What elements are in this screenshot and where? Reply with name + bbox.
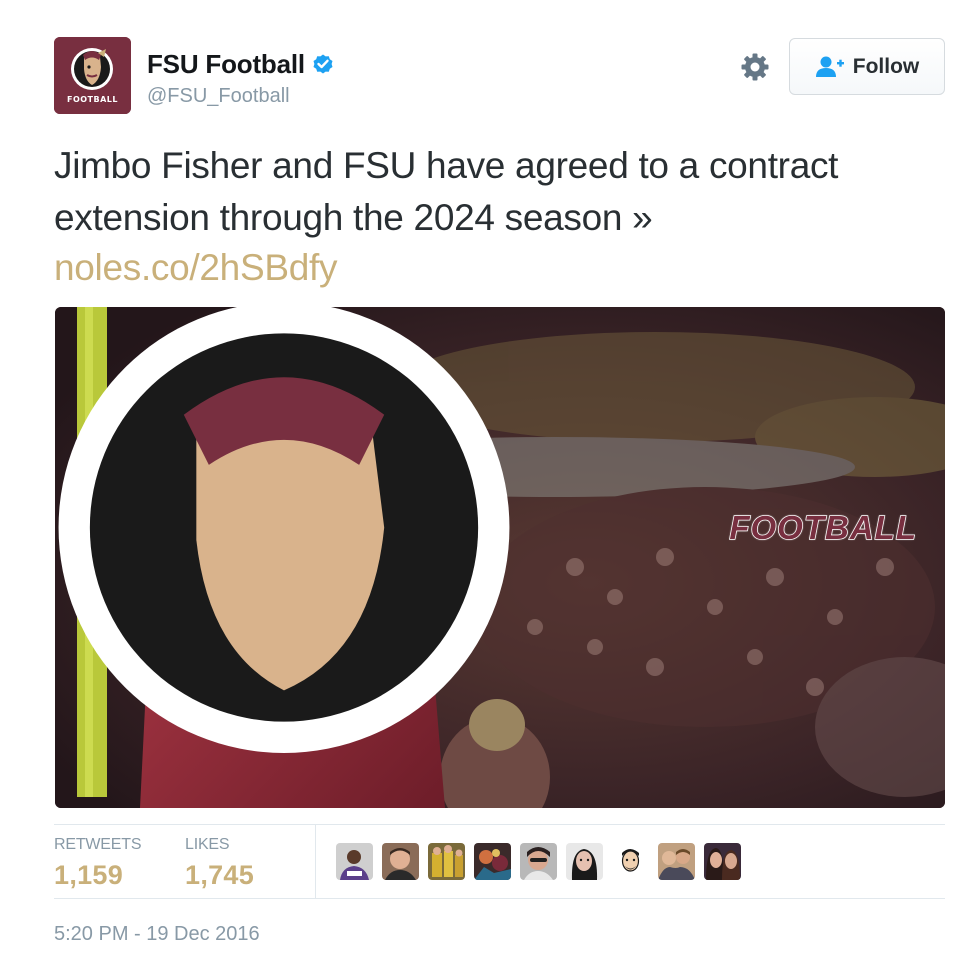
liker-avatar[interactable] [612,843,649,880]
likes-label: LIKES [185,836,230,853]
follow-button[interactable]: Follow [789,38,945,95]
liker-avatar[interactable] [658,843,695,880]
add-user-icon [815,56,844,77]
tweet-link[interactable]: noles.co/2hSBdfy [54,244,337,292]
media-watermark-text: FOOTBALL [729,508,917,547]
liker-avatar[interactable] [566,843,603,880]
retweets-stat[interactable]: RETWEETS 1,159 [54,836,141,891]
retweets-label: RETWEETS [54,836,142,853]
avatar-caption: FOOTBALL [66,95,118,104]
retweets-count: 1,159 [54,860,124,890]
gear-icon[interactable] [740,52,770,82]
account-handle[interactable]: @FSU_Football [147,85,290,108]
likes-count: 1,745 [185,860,255,890]
liker-avatar[interactable] [474,843,511,880]
account-name-row[interactable]: FSU Football [147,47,335,81]
liker-avatar[interactable] [428,843,465,880]
liker-avatar[interactable] [336,843,373,880]
liker-avatar[interactable] [704,843,741,880]
liker-avatar[interactable] [520,843,557,880]
seminole-head-icon [58,307,510,753]
verified-badge-icon [313,54,333,74]
stats-divider-top [54,824,945,825]
stats-separator [315,824,316,898]
tweet-timestamp[interactable]: 5:20 PM - 19 Dec 2016 [54,923,260,946]
tweet-media-photo[interactable]: FS FOOTBALL [55,307,945,808]
media-watermark: FOOTBALL [55,307,917,778]
likers-avatars [336,843,750,880]
account-name[interactable]: FSU Football [147,49,305,80]
liker-avatar[interactable] [382,843,419,880]
tweet-text: Jimbo Fisher and FSU have agreed to a co… [54,145,839,238]
stats-divider-bottom [54,898,945,899]
account-avatar[interactable]: FOOTBALL [54,37,131,114]
likes-stat[interactable]: LIKES 1,745 [185,836,254,891]
follow-button-label: Follow [852,54,920,78]
